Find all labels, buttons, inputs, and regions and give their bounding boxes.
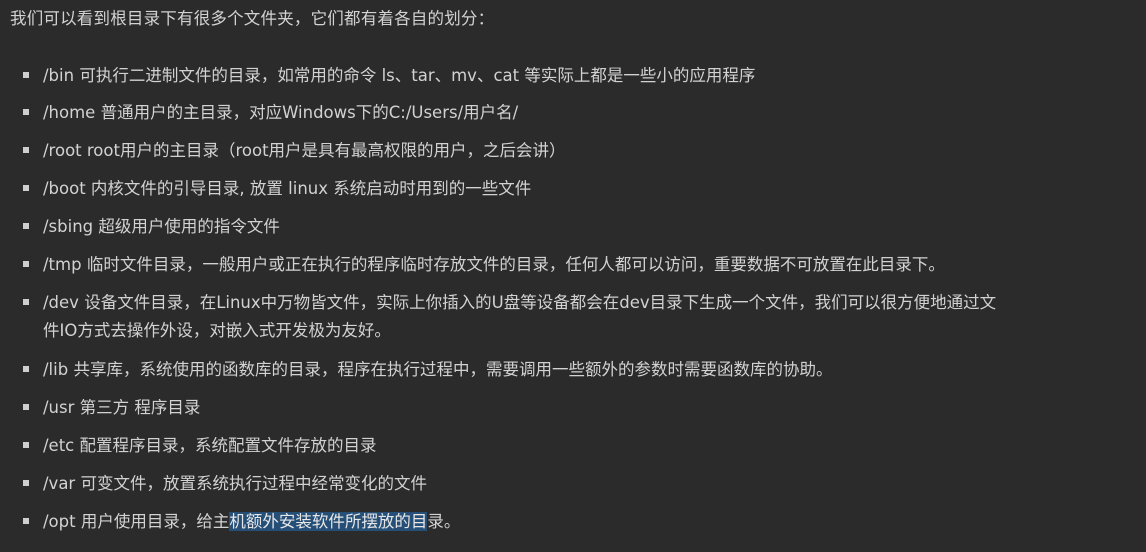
bullet-icon [23,72,29,78]
intro-paragraph: 我们可以看到根目录下有很多个文件夹，它们都有着各自的划分： [10,9,495,28]
list-item-text: /root root用户的主目录（root用户是具有最高权限的用户，之后会讲） [43,141,566,160]
bullet-icon [23,518,29,524]
bullet-icon [23,261,29,267]
list-item-text: /tmp 临时文件目录，一般用户或正在执行的程序临时存放文件的目录，任何人都可以… [43,255,945,274]
text-after-selection: 录。 [427,512,461,531]
list-item-text: /etc 配置程序目录，系统配置文件存放的目录 [43,436,377,455]
list-item-text-continued: 件IO方式去操作外设，对嵌入式开发极为友好。 [43,321,391,340]
text-selection-highlight[interactable]: 机额外安装软件所摆放的目 [229,512,428,531]
list-item-text: /lib 共享库，系统使用的函数库的目录，程序在执行过程中，需要调用一些额外的参… [43,360,833,379]
list-item-text: /boot 内核文件的引导目录, 放置 linux 系统启动时用到的一些文件 [43,179,532,198]
list-item-text: /bin 可执行二进制文件的目录，如常用的命令 ls、tar、mv、cat 等实… [43,66,756,85]
text-before-selection: /opt 用户使用目录，给主 [43,512,230,531]
list-item-text: /var 可变文件，放置系统执行过程中经常变化的文件 [43,474,427,493]
bullet-icon [23,480,29,486]
bullet-icon [23,223,29,229]
bullet-icon [23,404,29,410]
bullet-icon [23,185,29,191]
list-item-text: /sbing 超级用户使用的指令文件 [43,217,280,236]
bullet-icon [23,147,29,153]
bullet-icon [23,299,29,305]
bullet-icon [23,442,29,448]
list-item-text: /home 普通用户的主目录，对应Windows下的C:/Users/用户名/ [43,103,519,122]
list-item-text: /usr 第三方 程序目录 [43,398,201,417]
bullet-icon [23,366,29,372]
list-item-text[interactable]: /opt 用户使用目录，给主机额外安装软件所摆放的目录。 [43,508,460,535]
list-item-text: /dev 设备文件目录，在Linux中万物皆文件，实际上你插入的U盘等设备都会在… [43,293,997,312]
bullet-icon [23,109,29,115]
